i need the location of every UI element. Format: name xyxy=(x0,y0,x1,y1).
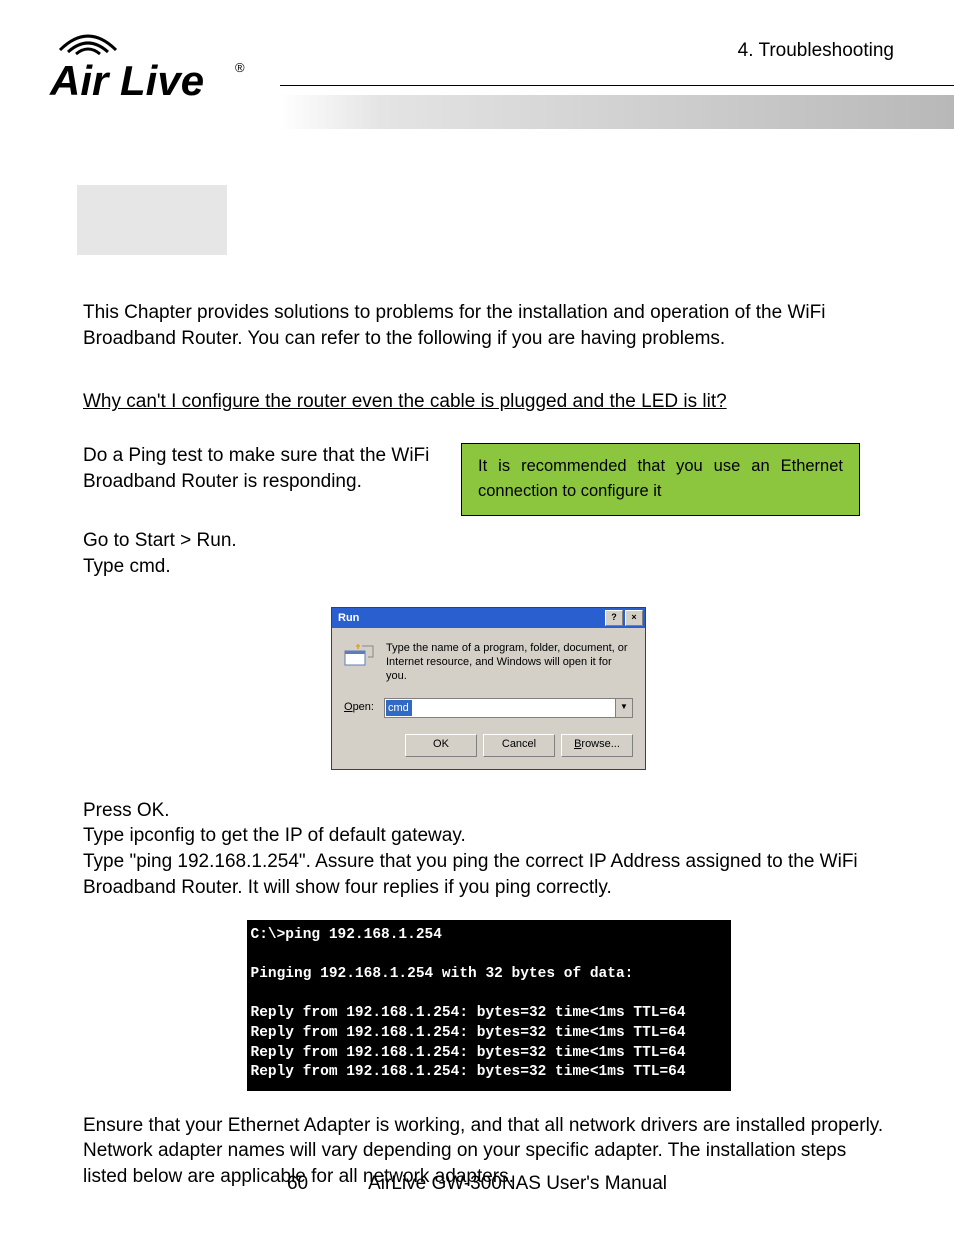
svg-text:Air Live: Air Live xyxy=(49,57,204,104)
run-message: Type the name of a program, folder, docu… xyxy=(386,642,633,683)
open-input[interactable]: cmd ▼ xyxy=(384,698,633,718)
run-titlebar: Run ? × xyxy=(332,608,645,628)
help-button[interactable]: ? xyxy=(605,610,623,626)
ping-instruction: Do a Ping test to make sure that the WiF… xyxy=(83,443,433,494)
open-label: Open: xyxy=(344,700,374,715)
run-icon xyxy=(344,642,374,668)
step-cmd: Type cmd. xyxy=(83,554,894,580)
question-heading: Why can't I configure the router even th… xyxy=(83,389,894,415)
open-value: cmd xyxy=(386,700,412,716)
section-label: 4. Troubleshooting xyxy=(738,40,894,62)
cmd-output: C:\>ping 192.168.1.254 Pinging 192.168.1… xyxy=(247,920,731,1091)
page-number: 60 xyxy=(287,1173,308,1195)
tip-box: It is recommended that you use an Ethern… xyxy=(461,443,860,516)
ok-button[interactable]: OK xyxy=(405,734,477,757)
run-dialog: Run ? × Type the name xyxy=(331,607,646,769)
ipconfig-text: Type ipconfig to get the IP of default g… xyxy=(83,823,894,849)
body-content: This Chapter provides solutions to probl… xyxy=(83,300,894,1210)
svg-text:®: ® xyxy=(235,60,245,75)
divider-line xyxy=(280,85,954,86)
airlive-logo: Air Live ® xyxy=(40,20,250,120)
run-title-text: Run xyxy=(338,611,359,626)
close-button[interactable]: × xyxy=(625,610,643,626)
cancel-button[interactable]: Cancel xyxy=(483,734,555,757)
run-steps: Go to Start > Run. Type cmd. xyxy=(83,528,894,579)
ping-cmd-text: Type "ping 192.168.1.254". Assure that y… xyxy=(83,849,894,900)
intro-paragraph: This Chapter provides solutions to probl… xyxy=(83,300,894,351)
doc-title: AirLive GW-300NAS User's Manual xyxy=(368,1173,667,1195)
instruction-row: Do a Ping test to make sure that the WiF… xyxy=(83,443,894,516)
page-header: Air Live ® 4. Troubleshooting xyxy=(0,0,954,140)
header-gradient xyxy=(280,95,954,129)
page: Air Live ® 4. Troubleshooting This Chapt… xyxy=(0,0,954,1235)
step-run: Go to Start > Run. xyxy=(83,528,894,554)
browse-button[interactable]: Browse... xyxy=(561,734,633,757)
press-ok-text: Press OK. xyxy=(83,798,894,824)
chapter-box xyxy=(77,185,227,255)
dropdown-button[interactable]: ▼ xyxy=(615,699,632,717)
page-footer: 60 AirLive GW-300NAS User's Manual xyxy=(0,1173,954,1195)
